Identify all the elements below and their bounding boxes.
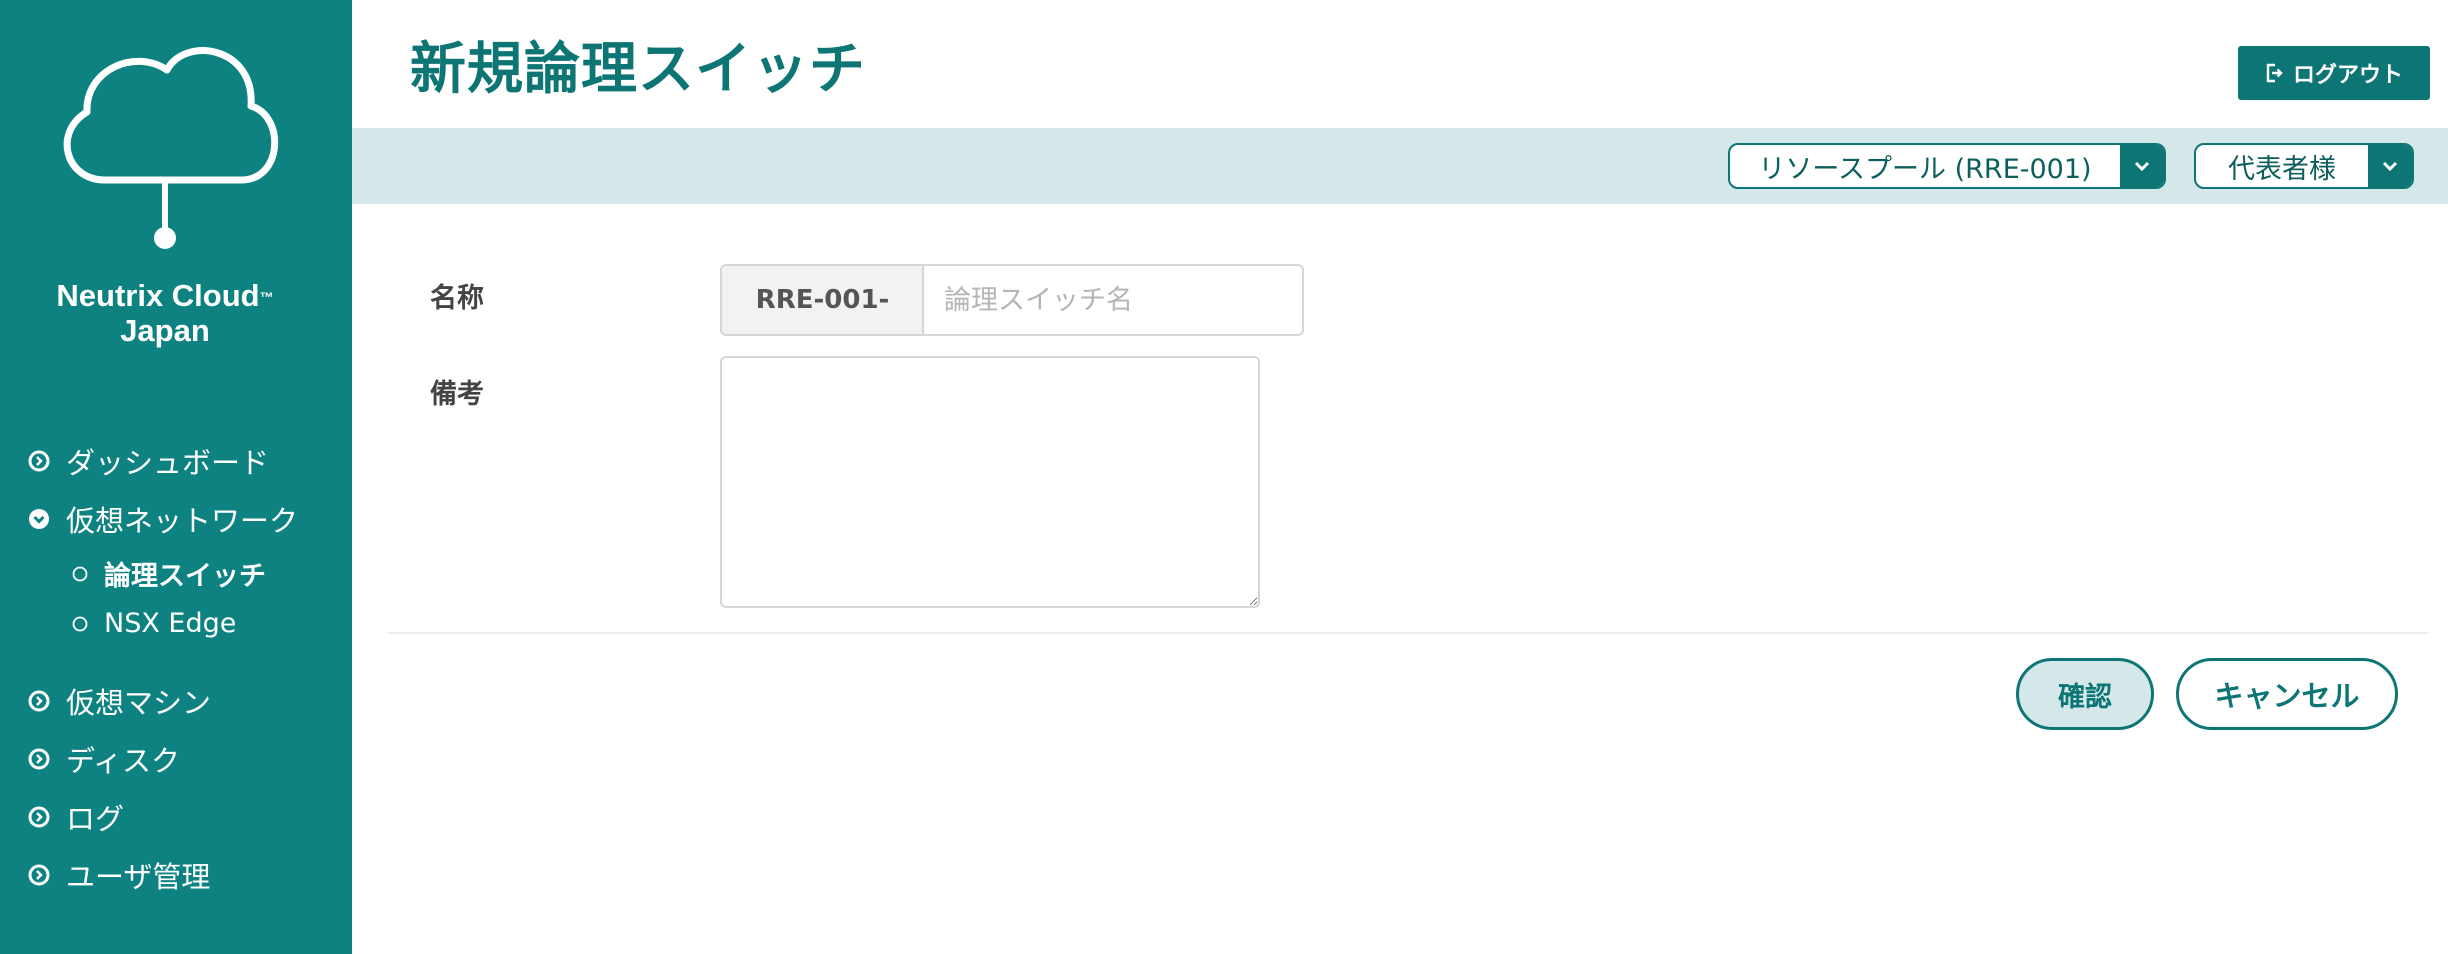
sidebar-item-virtual-network[interactable]: 仮想ネットワーク <box>28 498 298 540</box>
sidebar-item-label: 仮想マシン <box>66 686 212 720</box>
sidebar-item-disk[interactable]: ディスク <box>28 738 180 780</box>
resource-pool-select[interactable]: リソースプール (RRE-001) <box>1728 143 2166 189</box>
chevron-down-icon <box>2120 145 2164 187</box>
sidebar-item-dashboard[interactable]: ダッシュボード <box>28 440 269 482</box>
name-input[interactable] <box>922 264 1304 336</box>
circle-outline-icon <box>72 616 88 631</box>
brand-name: Neutrix Cloud™ Japan <box>0 278 330 348</box>
divider <box>388 632 2428 634</box>
name-label: 名称 <box>430 283 484 314</box>
page-title: 新規論理スイッチ <box>410 37 866 102</box>
cancel-button[interactable]: キャンセル <box>2176 658 2398 730</box>
sidebar-item-label: ログ <box>66 802 125 836</box>
logout-button[interactable]: ログアウト <box>2238 46 2430 100</box>
sidebar-item-label: 仮想ネットワーク <box>66 504 299 538</box>
name-prefix: RRE-001- <box>720 264 923 336</box>
circle-chevron-right-icon <box>28 690 50 712</box>
sidebar-item-log[interactable]: ログ <box>28 796 124 838</box>
sidebar-subitem-label: 論理スイッチ <box>104 561 266 592</box>
cloud-logo-icon <box>63 47 278 249</box>
sidebar-subitem-logical-switch[interactable]: 論理スイッチ <box>72 554 266 593</box>
remarks-textarea[interactable] <box>720 356 1260 608</box>
chevron-down-icon <box>2368 145 2412 187</box>
sidebar: Neutrix Cloud™ Japan ダッシュボード 仮想ネットワーク 論理… <box>0 0 352 954</box>
resource-pool-label: リソースプール (RRE-001) <box>1758 153 2092 185</box>
circle-chevron-right-icon <box>28 450 50 472</box>
sidebar-item-label: ディスク <box>66 744 180 778</box>
confirm-button[interactable]: 確認 <box>2016 658 2154 730</box>
circle-chevron-right-icon <box>28 864 50 886</box>
remarks-label: 備考 <box>430 379 484 410</box>
sidebar-subitem-nsx-edge[interactable]: NSX Edge <box>72 608 236 639</box>
circle-chevron-right-icon <box>28 806 50 828</box>
sidebar-item-virtual-machines[interactable]: 仮想マシン <box>28 680 211 722</box>
circle-outline-icon <box>72 566 88 581</box>
brand-line1: Neutrix Cloud <box>56 278 260 313</box>
sidebar-item-label: ユーザ管理 <box>66 860 211 894</box>
circle-chevron-down-icon <box>29 509 49 529</box>
logout-icon <box>2266 63 2283 83</box>
user-menu-select[interactable]: 代表者様 <box>2194 143 2414 189</box>
brand-line2: Japan <box>120 313 210 348</box>
sidebar-item-label: ダッシュボード <box>66 446 270 480</box>
circle-chevron-right-icon <box>28 748 50 770</box>
trademark: ™ <box>259 289 274 305</box>
user-menu-label: 代表者様 <box>2228 153 2336 185</box>
sidebar-item-user-management[interactable]: ユーザ管理 <box>28 854 210 896</box>
sidebar-subitem-label: NSX Edge <box>104 608 237 639</box>
logout-label: ログアウト <box>2292 63 2403 88</box>
